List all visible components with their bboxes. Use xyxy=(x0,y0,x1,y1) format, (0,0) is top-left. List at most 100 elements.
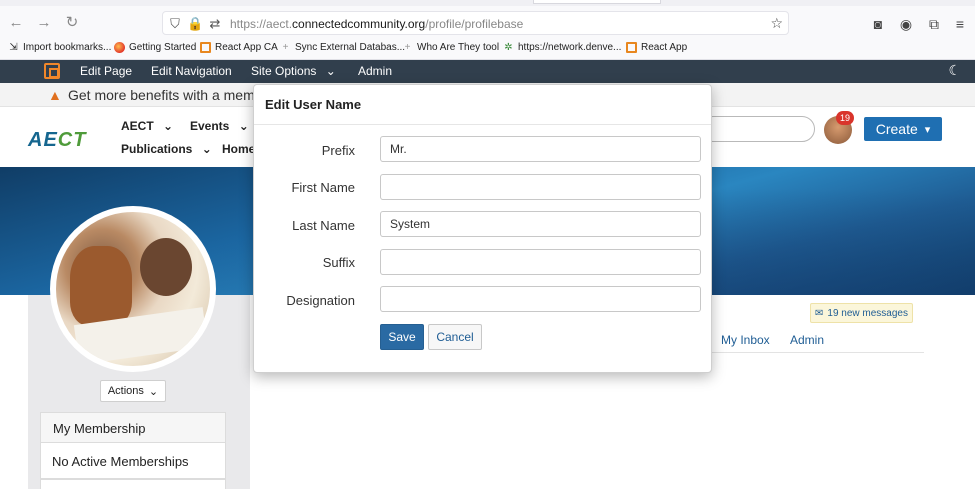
notice-text[interactable]: Get more benefits with a membe xyxy=(68,87,270,103)
nav-publications[interactable]: Publications ⌄ xyxy=(121,142,212,156)
first-name-field[interactable] xyxy=(380,174,701,200)
membership-status: No Active Memberships xyxy=(40,443,226,479)
designation-field[interactable] xyxy=(380,286,701,312)
bookmark-label: React App xyxy=(641,42,688,53)
photo-person-a xyxy=(70,246,132,326)
chevron-down-icon: ⌄ xyxy=(163,119,174,133)
forward-icon[interactable]: → xyxy=(34,13,54,33)
plus-icon: + xyxy=(404,42,411,53)
back-icon[interactable]: ← xyxy=(6,13,26,33)
menu-icon[interactable]: ≡ xyxy=(951,15,969,33)
photo-person-b xyxy=(140,238,192,296)
modal-header: Edit User Name xyxy=(254,85,711,125)
tabs-divider xyxy=(700,352,924,353)
firefox-icon xyxy=(114,42,125,53)
tab-my-inbox[interactable]: My Inbox xyxy=(721,333,770,347)
nav-label: Publications xyxy=(121,142,193,156)
nav-events[interactable]: Events ⌄ xyxy=(190,119,249,133)
last-name-label: Last Name xyxy=(292,218,355,233)
warning-icon: ▲ xyxy=(48,87,62,103)
new-messages-link[interactable]: ✉ 19 new messages xyxy=(810,303,913,323)
chevron-down-icon: ⌄ xyxy=(148,385,159,398)
nav-home[interactable]: Home xyxy=(222,142,255,156)
logo-part-b: CT xyxy=(57,129,87,151)
network-icon: ✲ xyxy=(504,42,513,53)
profile-photo[interactable] xyxy=(50,206,216,372)
reload-icon[interactable]: ↻ xyxy=(62,13,82,33)
lock-icon[interactable]: 🔒 xyxy=(187,16,203,32)
bookmark-network-denver[interactable]: ✲ https://network.denve... xyxy=(503,42,621,53)
dark-mode-moon-icon[interactable]: ☾ xyxy=(948,62,961,79)
url-text[interactable]: https://aect.connectedcommunity.org/prof… xyxy=(230,17,523,31)
bookmark-label: Sync External Databas... xyxy=(295,42,406,53)
shield-icon[interactable]: ⛉ xyxy=(167,16,183,32)
browser-tab[interactable] xyxy=(533,0,661,4)
membership-status-text: No Active Memberships xyxy=(52,454,189,469)
admin-bar: Edit Page Edit Navigation Site Options ⌄… xyxy=(0,60,975,83)
url-prefix: https://aect. xyxy=(230,17,293,31)
last-name-field[interactable] xyxy=(380,211,701,237)
chevron-down-icon: ⌄ xyxy=(238,119,249,133)
nav-label: Events xyxy=(190,119,230,133)
react-app-icon xyxy=(626,42,637,53)
nav-aect[interactable]: AECT ⌄ xyxy=(121,119,173,133)
envelope-icon: ✉ xyxy=(815,307,824,319)
url-path: /profile/profilebase xyxy=(425,17,524,31)
edit-navigation-link[interactable]: Edit Navigation xyxy=(151,64,232,78)
bookmark-label: Who Are They tool xyxy=(417,42,500,53)
create-button[interactable]: Create ▾ xyxy=(864,117,942,141)
bookmark-star-icon[interactable]: ☆ xyxy=(770,15,783,32)
bookmark-react-app-ca[interactable]: React App CA xyxy=(200,42,278,53)
bookmark-react-app[interactable]: React App xyxy=(626,42,687,53)
chevron-down-icon: ⌄ xyxy=(201,142,212,156)
cancel-button[interactable]: Cancel xyxy=(428,324,482,350)
logo-part-a: AE xyxy=(28,129,58,151)
first-name-label: First Name xyxy=(291,180,355,195)
save-button[interactable]: Save xyxy=(380,324,424,350)
aect-logo[interactable]: AECT xyxy=(28,129,86,152)
url-bar[interactable]: ⛉ 🔒 ⇄ https://aect.connectedcommunity.or… xyxy=(162,11,789,35)
site-admin-logo-icon[interactable] xyxy=(44,63,60,79)
react-app-icon xyxy=(200,42,211,53)
actions-button[interactable]: Actions ⌄ xyxy=(100,380,166,402)
bookmark-label: React App CA xyxy=(215,42,278,53)
url-host: connectedcommunity.org xyxy=(292,17,426,31)
permissions-icon[interactable]: ⇄ xyxy=(207,16,223,32)
browser-toolbar: ← → ↻ ⛉ 🔒 ⇄ https://aect.connectedcommun… xyxy=(0,6,975,38)
import-icon: ⇲ xyxy=(9,42,18,53)
site-options-menu[interactable]: Site Options ⌄ xyxy=(251,64,336,78)
bookmarks-toolbar: ⇲ Import bookmarks... Getting Started Re… xyxy=(0,38,975,60)
admin-link[interactable]: Admin xyxy=(358,64,392,78)
suffix-label: Suffix xyxy=(322,255,355,270)
account-icon[interactable]: ◉ xyxy=(897,15,915,33)
prefix-label: Prefix xyxy=(321,143,355,158)
pocket-icon[interactable]: ◙ xyxy=(869,15,887,33)
bookmark-import[interactable]: ⇲ Import bookmarks... xyxy=(8,42,111,53)
designation-label: Designation xyxy=(286,293,355,308)
bookmark-label: Import bookmarks... xyxy=(23,42,112,53)
actions-label: Actions xyxy=(107,385,144,397)
bookmark-getting-started[interactable]: Getting Started xyxy=(114,42,196,53)
site-options-label: Site Options xyxy=(251,64,317,78)
nav-label: AECT xyxy=(121,119,154,133)
create-label: Create xyxy=(875,121,918,137)
bookmark-label: Getting Started xyxy=(129,42,197,53)
bookmark-who-are-they[interactable]: + Who Are They tool xyxy=(402,42,500,53)
modal-title: Edit User Name xyxy=(265,97,362,112)
my-membership-header: My Membership xyxy=(40,412,226,443)
chevron-down-icon: ⌄ xyxy=(325,64,336,78)
edit-user-name-modal: Edit User Name Prefix First Name Last Na… xyxy=(253,84,712,373)
plus-icon: + xyxy=(282,42,289,53)
edit-page-link[interactable]: Edit Page xyxy=(80,64,132,78)
bookmark-sync-external[interactable]: + Sync External Databas... xyxy=(280,42,405,53)
caret-down-icon: ▾ xyxy=(924,123,931,136)
notification-badge: 19 xyxy=(836,111,854,125)
next-card xyxy=(40,479,226,489)
new-messages-label: 19 new messages xyxy=(827,307,908,319)
site-search-input[interactable] xyxy=(700,116,815,142)
tab-admin[interactable]: Admin xyxy=(790,333,824,347)
suffix-field[interactable] xyxy=(380,249,701,275)
prefix-field[interactable] xyxy=(380,136,701,162)
membership-title: My Membership xyxy=(53,421,146,436)
extensions-icon[interactable]: ⧉ xyxy=(925,15,943,33)
